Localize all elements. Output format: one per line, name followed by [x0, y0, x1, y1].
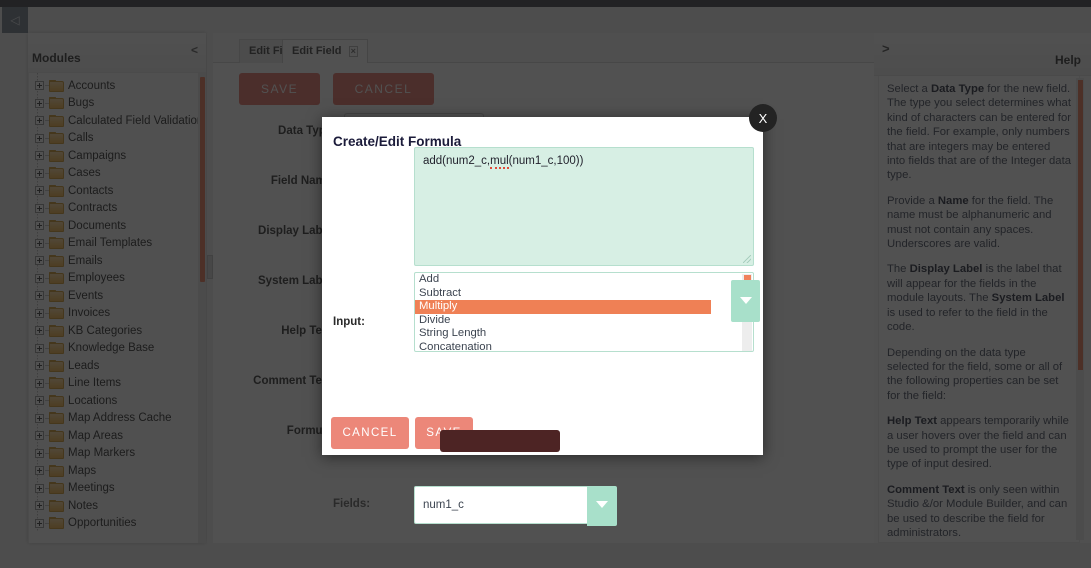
chevron-down-icon	[596, 501, 608, 508]
fields-selected-value: num1_c	[423, 499, 464, 511]
functions-list: AddSubtractMultiplyDivideString LengthCo…	[415, 273, 753, 352]
fields-select[interactable]: num1_c	[414, 486, 589, 524]
functions-listbox[interactable]: AddSubtractMultiplyDivideString LengthCo…	[414, 272, 754, 352]
function-option-string-length[interactable]: String Length	[415, 327, 753, 341]
dialog-cancel-button[interactable]: CANCEL	[331, 417, 409, 449]
formula-prefix: add(num2_c,	[423, 155, 490, 167]
background-save-button	[440, 430, 560, 452]
functions-dropdown-button[interactable]	[731, 280, 760, 322]
function-option-subtract[interactable]: Subtract	[415, 287, 753, 301]
formula-suffix: (num1_c,100))	[509, 155, 584, 167]
input-label: Input:	[333, 316, 365, 328]
chevron-down-icon	[740, 297, 752, 304]
fields-dropdown-button[interactable]	[587, 486, 617, 526]
dialog-close-button[interactable]: X	[749, 104, 777, 132]
formula-misspelled-token: mul	[490, 155, 509, 169]
formula-input[interactable]: add(num2_c,mul(num1_c,100))	[414, 147, 754, 266]
fields-label: Fields:	[333, 498, 370, 510]
app-root: ◁ Modules < AccountsBugsCalculated Field…	[0, 0, 1091, 568]
function-option-divide[interactable]: Divide	[415, 314, 753, 328]
function-option-add[interactable]: Add	[415, 273, 753, 287]
function-option-multiply[interactable]: Multiply	[415, 300, 711, 314]
create-edit-formula-dialog: Create/Edit Formula Input: add(num2_c,mu…	[322, 117, 763, 455]
close-circle-icon: X	[759, 111, 768, 126]
textarea-resize-grip[interactable]	[743, 255, 751, 263]
function-option-concatenation[interactable]: Concatenation	[415, 341, 753, 353]
